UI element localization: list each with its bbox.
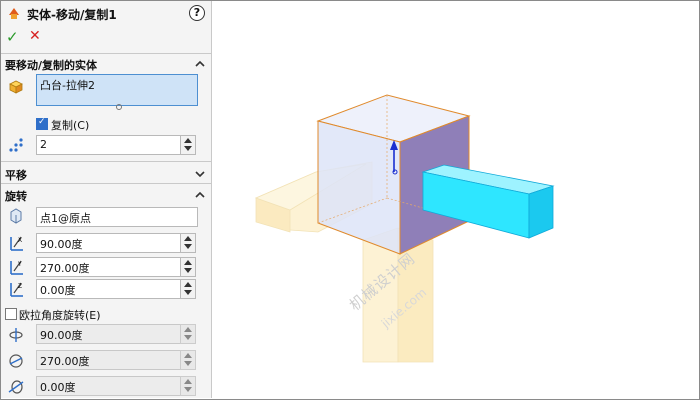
x-angle-value[interactable]: 90.00度 [40, 236, 83, 252]
z-angle-stepper[interactable] [180, 279, 196, 299]
bodies-selection-list[interactable]: 凸台-拉伸2 [36, 74, 198, 106]
solid-bodies-icon [9, 80, 23, 94]
z-angle-input[interactable]: 0.00度 [36, 279, 181, 299]
cancel-button[interactable]: ✕ [29, 28, 41, 44]
copy-label: 复制(C) [51, 119, 90, 132]
rotation-point-input[interactable]: 点1@原点 [36, 207, 198, 227]
model-view [254, 94, 555, 363]
copy-count-icon [9, 138, 23, 152]
euler-angle-3-stepper[interactable] [180, 376, 196, 396]
euler-rotation-checkbox[interactable] [5, 308, 17, 320]
euler-angle-1-icon [9, 328, 23, 342]
x-angle-input[interactable]: 90.00度 [36, 233, 181, 253]
y-angle-input[interactable]: 270.00度 [36, 257, 181, 277]
graphics-viewport[interactable]: 机械设计网 jixie.com [212, 1, 698, 398]
y-angle-value[interactable]: 270.00度 [40, 260, 90, 276]
y-angle-stepper[interactable] [180, 257, 196, 277]
property-manager-panel: 实体-移动/复制1 ? ✓ ✕ 要移动/复制的实体 凸台-拉伸2 复制(C) 2… [1, 1, 212, 398]
x-rotation-icon: X [10, 236, 23, 251]
euler-angle-1-value[interactable]: 90.00度 [40, 327, 83, 343]
bodies-section-title[interactable]: 要移动/复制的实体 [5, 57, 97, 73]
divider [1, 161, 211, 162]
chevron-down-icon[interactable] [195, 169, 205, 179]
svg-text:Z: Z [18, 283, 22, 290]
resize-grip-icon [116, 104, 122, 110]
help-icon[interactable]: ? [189, 5, 205, 21]
translate-section-title[interactable]: 平移 [5, 167, 27, 183]
euler-angle-3-icon [8, 380, 24, 394]
rotate-section-title[interactable]: 旋转 [5, 188, 27, 204]
rotation-point-icon [10, 208, 22, 224]
euler-angle-3-value[interactable]: 0.00度 [40, 379, 76, 395]
euler-angle-2-input[interactable]: 270.00度 [36, 350, 181, 370]
euler-rotation-label: 欧拉角度旋转(E) [19, 309, 101, 322]
euler-angle-1-input[interactable]: 90.00度 [36, 324, 181, 344]
z-rotation-icon: Z [10, 282, 23, 297]
panel-title: 实体-移动/复制1 [27, 8, 117, 22]
euler-angle-2-value[interactable]: 270.00度 [40, 353, 90, 369]
y-rotation-icon: Y [10, 260, 23, 275]
copy-checkbox[interactable] [36, 117, 48, 130]
euler-angle-2-icon [9, 354, 23, 368]
divider [1, 53, 211, 54]
euler-angle-3-input[interactable]: 0.00度 [36, 376, 181, 396]
divider [1, 183, 211, 184]
selected-body-item[interactable]: 凸台-拉伸2 [40, 77, 95, 93]
rotation-point-value[interactable]: 点1@原点 [40, 210, 91, 226]
copy-count-stepper[interactable] [180, 135, 196, 155]
ok-button[interactable]: ✓ [6, 28, 19, 46]
euler-angle-1-stepper[interactable] [180, 324, 196, 344]
chevron-up-icon[interactable] [195, 190, 205, 200]
euler-angle-2-stepper[interactable] [180, 350, 196, 370]
panel-header: 实体-移动/复制1 ? [1, 1, 211, 25]
x-angle-stepper[interactable] [180, 233, 196, 253]
copy-count-input[interactable]: 2 [36, 135, 181, 155]
move-copy-icon [9, 8, 19, 19]
chevron-up-icon[interactable] [195, 59, 205, 69]
copy-count-value[interactable]: 2 [40, 138, 47, 151]
svg-text:Y: Y [17, 261, 22, 268]
svg-text:X: X [18, 237, 22, 244]
z-angle-value[interactable]: 0.00度 [40, 282, 76, 298]
